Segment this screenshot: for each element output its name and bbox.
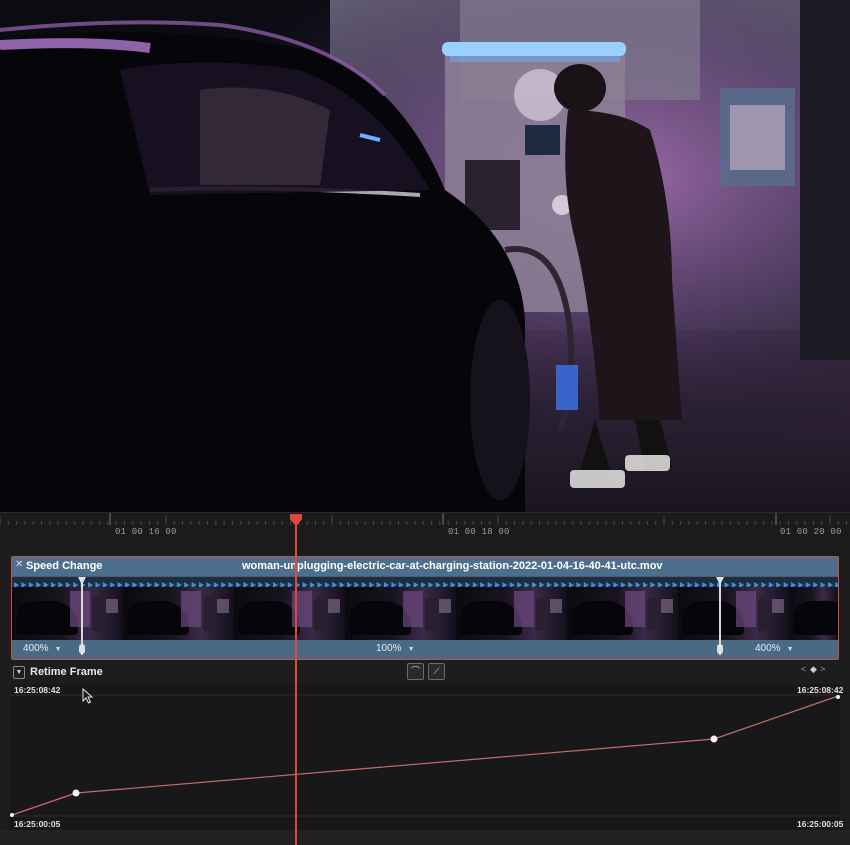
speed-arrow-strip	[12, 577, 838, 588]
retime-curve-header: ▼ Retime Frame ⌒ ⟋ < ◆ >	[0, 660, 850, 684]
speed-point-handle[interactable]	[717, 644, 723, 654]
retime-curve-graph[interactable]: 16:25:08:42 16:25:08:42 16:25:00:05 16:2…	[10, 684, 844, 830]
speed-segment-1[interactable]: 400% ▼	[23, 643, 62, 654]
add-keyframe-icon[interactable]: ◆	[810, 664, 817, 675]
collapse-toggle-icon[interactable]: ▼	[13, 666, 25, 679]
timecode-top-right: 16:25:08:42	[797, 685, 844, 695]
ruler-timecode: 01 00 20 00	[780, 527, 842, 537]
speed-point-handle[interactable]	[79, 644, 85, 654]
close-icon[interactable]: ✕	[15, 559, 23, 570]
clip-thumbnail	[789, 587, 838, 640]
clip-thumbnail	[123, 587, 234, 640]
timecode-bottom-left: 16:25:00:05	[14, 819, 61, 829]
retime-frame-label: Retime Frame	[30, 666, 103, 678]
playhead-line[interactable]	[295, 520, 297, 845]
mouse-pointer-icon	[82, 688, 94, 704]
curve-keyframe[interactable]	[72, 789, 80, 797]
timeline-ruler[interactable]: 01 00 16 00 01 00 18 00 01 00 20 00	[0, 512, 850, 555]
linear-keyframe-button[interactable]: ⟋	[428, 663, 445, 680]
speed-segment-2[interactable]: 100% ▼	[376, 643, 415, 654]
chevron-down-icon[interactable]: ▼	[787, 646, 794, 653]
timeline-clip[interactable]: ✕ Speed Change woman-unplugging-electric…	[11, 556, 839, 660]
speed-value: 100%	[376, 643, 402, 654]
clip-thumbnails	[12, 587, 838, 640]
speed-change-label: Speed Change	[26, 560, 103, 572]
clip-thumbnail	[678, 587, 789, 640]
speed-value: 400%	[23, 643, 49, 654]
clip-thumbnail	[12, 587, 123, 640]
clip-header[interactable]: ✕ Speed Change woman-unplugging-electric…	[12, 557, 838, 576]
ruler-timecode: 01 00 16 00	[115, 527, 177, 537]
clip-thumbnail	[234, 587, 345, 640]
prev-keyframe-icon[interactable]: <	[801, 664, 806, 674]
clip-thumbnail	[456, 587, 567, 640]
timecode-top-left: 16:25:08:42	[14, 685, 61, 695]
bottom-scrollbar[interactable]	[0, 830, 850, 845]
speed-value: 400%	[755, 643, 781, 654]
clip-file-name: woman-unplugging-electric-car-at-chargin…	[242, 560, 663, 572]
ruler-timecode: 01 00 18 00	[448, 527, 510, 537]
ease-in-button[interactable]: ⌒	[407, 663, 424, 680]
timecode-bottom-right: 16:25:00:05	[797, 819, 844, 829]
clip-thumbnail	[345, 587, 456, 640]
next-keyframe-icon[interactable]: >	[820, 664, 825, 674]
video-viewer[interactable]	[0, 0, 850, 512]
curve-keyframe[interactable]	[710, 735, 718, 743]
chevron-down-icon[interactable]: ▼	[55, 646, 62, 653]
chevron-down-icon[interactable]: ▼	[408, 646, 415, 653]
curve-keyframe[interactable]	[10, 813, 14, 817]
curve-keyframe[interactable]	[836, 695, 840, 699]
clip-thumbnail	[567, 587, 678, 640]
speed-segment-3[interactable]: 400% ▼	[755, 643, 794, 654]
clip-speed-footer: 400% ▼ 100% ▼ 400% ▼	[12, 640, 838, 659]
